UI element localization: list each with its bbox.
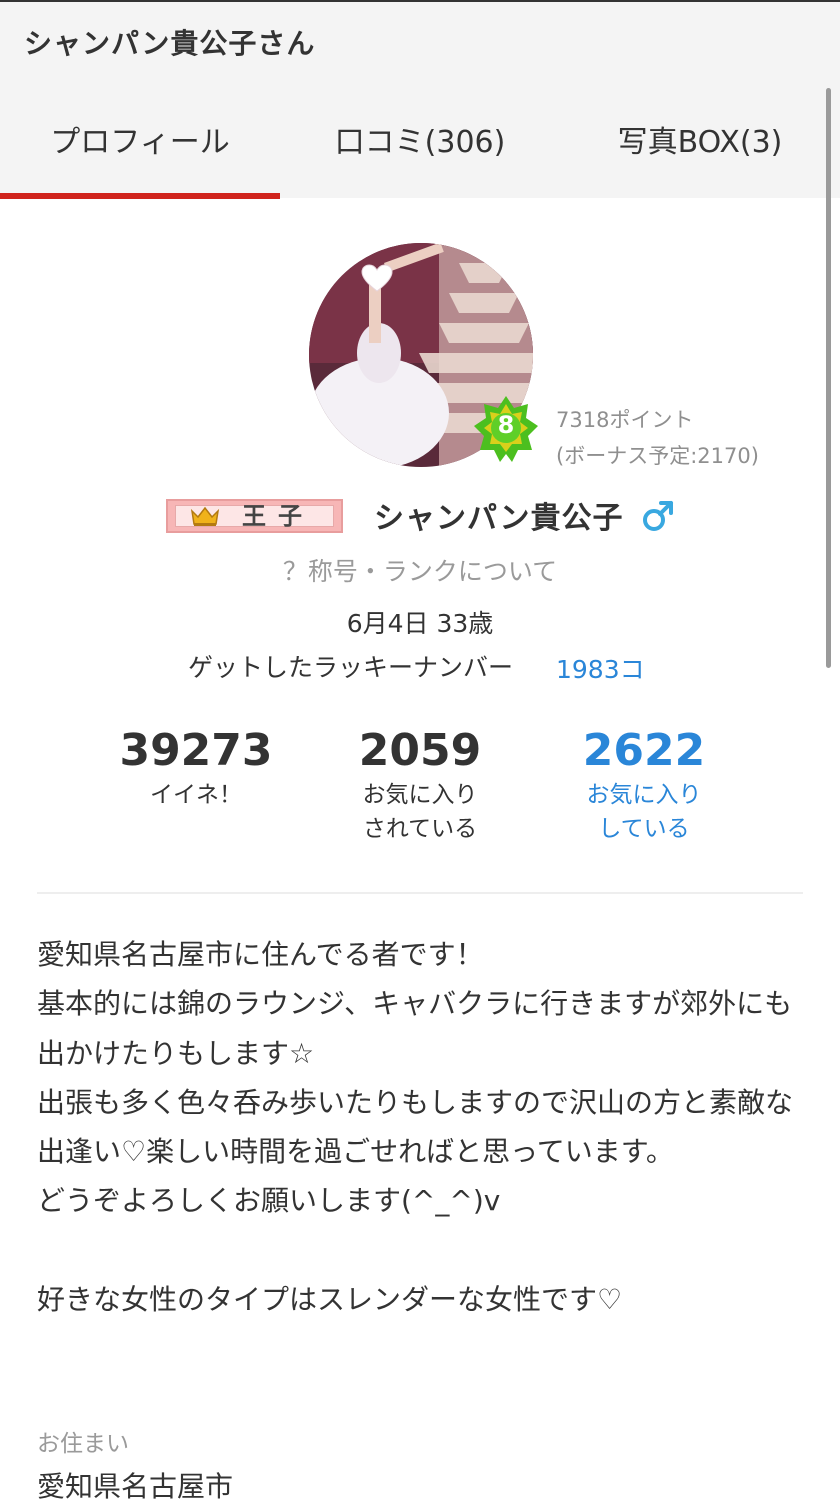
stat-favorited-by[interactable]: 2059 お気に入り されている [310, 724, 530, 846]
favorited-by-count: 2059 [358, 725, 482, 776]
lucky-number-value[interactable]: 1983コ [556, 650, 645, 686]
tab-photo-box[interactable]: 写真BOX(3) [560, 117, 840, 161]
residence-label: お住まい [37, 1431, 129, 1457]
header: シャンパン貴公子さん プロフィール 口コミ(306) 写真BOX(3) [0, 2, 840, 199]
favorited-by-label: お気に入り されている [362, 782, 478, 842]
lucky-number-label: ゲットしたラッキーナンバー [188, 653, 514, 682]
favorites-count: 2622 [582, 725, 706, 776]
title-badge: 王子 [166, 499, 343, 533]
tab-profile[interactable]: プロフィール [0, 117, 280, 161]
tab-reviews[interactable]: 口コミ(306) [280, 117, 560, 161]
rank-level: 8 [497, 411, 515, 439]
favorites-label: お気に入り している [586, 782, 702, 842]
rank-help-link[interactable]: ？称号・ランクについて [0, 552, 840, 588]
divider [37, 892, 803, 894]
points-total: 7318ポイント [556, 408, 694, 432]
stat-favorites[interactable]: 2622 お気に入り している [534, 724, 754, 846]
bonus-points: (ボーナス予定:2170) [556, 444, 759, 468]
username: シャンパン貴公子 [374, 501, 624, 536]
stat-likes: 39273 イイネ！ [86, 724, 306, 812]
male-gender-icon [643, 501, 673, 531]
likes-label: イイネ！ [150, 782, 242, 808]
likes-count: 39273 [119, 725, 273, 776]
points-info: 7318ポイント (ボーナス予定:2170) [556, 402, 759, 474]
title-badge-text: 王子 [242, 502, 314, 530]
page-title: シャンパン貴公子さん [24, 27, 316, 60]
heart-icon [361, 264, 393, 292]
crown-icon [190, 506, 220, 526]
residence-value: 愛知県名古屋市 [37, 1470, 234, 1503]
active-tab-indicator [0, 193, 280, 199]
profile-bio: 愛知県名古屋市に住んでる者です！ 基本的には錦のラウンジ、キャバクラに行きますが… [37, 938, 794, 1317]
birthday-age: 6月4日 33歳 [346, 609, 494, 638]
